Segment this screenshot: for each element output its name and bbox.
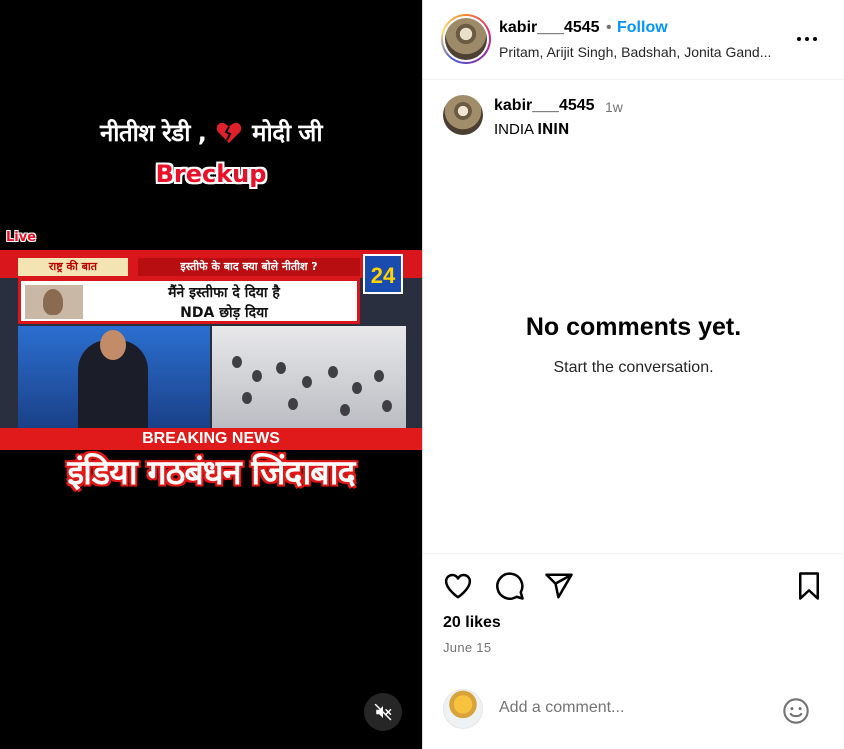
studio-shot [18, 326, 210, 430]
broken-heart-icon [217, 122, 242, 143]
audio-attribution[interactable]: Pritam, Arijit Singh, Badshah, Jonita Ga… [499, 44, 771, 60]
post-header: kabir___4545 • Follow Pritam, Arijit Sin… [423, 0, 844, 80]
mute-button[interactable] [364, 693, 402, 731]
current-user-avatar [443, 689, 483, 729]
caption-avatar[interactable] [443, 95, 483, 135]
video-slogan: इंडिया गठबंधन जिंदाबाद [67, 453, 355, 493]
heart-icon[interactable] [443, 571, 473, 601]
caption-timestamp[interactable]: 1w [605, 99, 623, 115]
news-topic-label: इस्तीफे के बाद क्या बोले नीतीश ? [138, 258, 360, 276]
no-comments-title: No comments yet. [525, 313, 742, 341]
emoji-icon[interactable] [782, 697, 810, 725]
headline-text: मैंने इस्तीफा दे दिया है NDA छोड़ दिया [93, 283, 355, 323]
meeting-room-shot [212, 326, 406, 430]
separator-dot: • [606, 19, 612, 36]
news-headline-box: मैंने इस्तीफा दे दिया है NDA छोड़ दिया [18, 278, 360, 324]
news-frame: राष्ट्र की बात इस्तीफे के बाद क्या बोले … [0, 250, 422, 450]
video-caption-line1: नीतीश रेडी , मोदी जी [0, 116, 422, 149]
share-icon[interactable] [544, 571, 574, 601]
no-comments-subtitle: Start the conversation. [553, 359, 714, 376]
headline-line2: NDA छोड़ दिया [180, 305, 268, 321]
author-avatar[interactable] [441, 14, 491, 64]
post-panel: kabir___4545 • Follow Pritam, Arijit Sin… [422, 0, 844, 749]
channel-logo: 24 [363, 254, 403, 294]
speaker-muted-icon [374, 703, 392, 721]
caption-text-left: नीतीश रेडी , [99, 119, 207, 147]
caption-text: INDIA 𝐈𝐍𝐈𝐍 [494, 121, 570, 138]
more-options-icon[interactable] [795, 30, 819, 48]
follow-button[interactable]: Follow [617, 19, 668, 37]
author-username[interactable]: kabir___4545 [499, 19, 600, 37]
bookmark-icon[interactable] [794, 571, 824, 601]
comment-composer [423, 669, 844, 749]
reel-video[interactable]: नीतीश रेडी , मोदी जी Breckup Live राष्ट्… [0, 0, 422, 749]
action-bar: 20 likes June 15 [423, 553, 844, 669]
live-label: Live [6, 230, 37, 245]
comment-input[interactable] [499, 699, 769, 717]
breaking-news-banner: BREAKING NEWS [0, 428, 422, 450]
post-date[interactable]: June 15 [443, 640, 491, 655]
news-anchor-figure [78, 330, 148, 430]
comment-icon[interactable] [495, 571, 525, 601]
headline-line1: मैंने इस्तीफा दे दिया है [168, 285, 280, 301]
caption-text-right: मोदी जी [252, 119, 323, 147]
caption-username[interactable]: kabir___4545 [494, 97, 595, 115]
likes-count[interactable]: 20 likes [443, 614, 501, 632]
video-caption-line2: Breckup [155, 160, 267, 188]
headline-thumbnail [25, 285, 83, 319]
news-program-label: राष्ट्र की बात [18, 258, 128, 276]
